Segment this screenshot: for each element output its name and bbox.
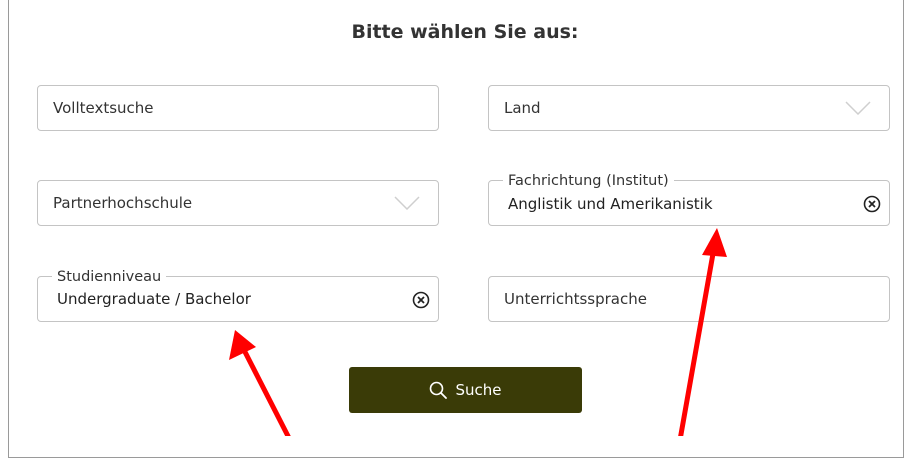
study-level-select[interactable]: Studienniveau Undergraduate / Bachelor [37,269,439,322]
teaching-language-input[interactable]: Unterrichtssprache [488,276,890,322]
study-level-value: Undergraduate / Bachelor [57,290,251,308]
chevron-down-icon [845,101,871,115]
fulltext-search-placeholder: Volltextsuche [53,99,154,117]
country-select[interactable]: Land [488,85,890,131]
country-select-placeholder: Land [504,99,541,117]
search-button[interactable]: Suche [349,367,582,413]
form-heading: Bitte wählen Sie aus: [351,21,579,43]
fulltext-search-input[interactable]: Volltextsuche [37,85,439,131]
magnifier-icon [430,381,448,399]
clear-circle-x-icon[interactable] [412,291,430,309]
partner-university-select[interactable]: Partnerhochschule [37,180,439,226]
search-button-label: Suche [455,381,502,399]
department-select[interactable]: Fachrichtung (Institut) Anglistik und Am… [488,173,890,226]
chevron-down-icon [394,196,420,210]
department-label: Fachrichtung (Institut) [503,173,674,189]
clear-circle-x-icon[interactable] [863,195,881,213]
teaching-language-placeholder: Unterrichtssprache [504,290,647,308]
study-level-label: Studienniveau [52,269,167,285]
department-value: Anglistik und Amerikanistik [508,195,713,213]
partner-university-placeholder: Partnerhochschule [53,194,193,212]
